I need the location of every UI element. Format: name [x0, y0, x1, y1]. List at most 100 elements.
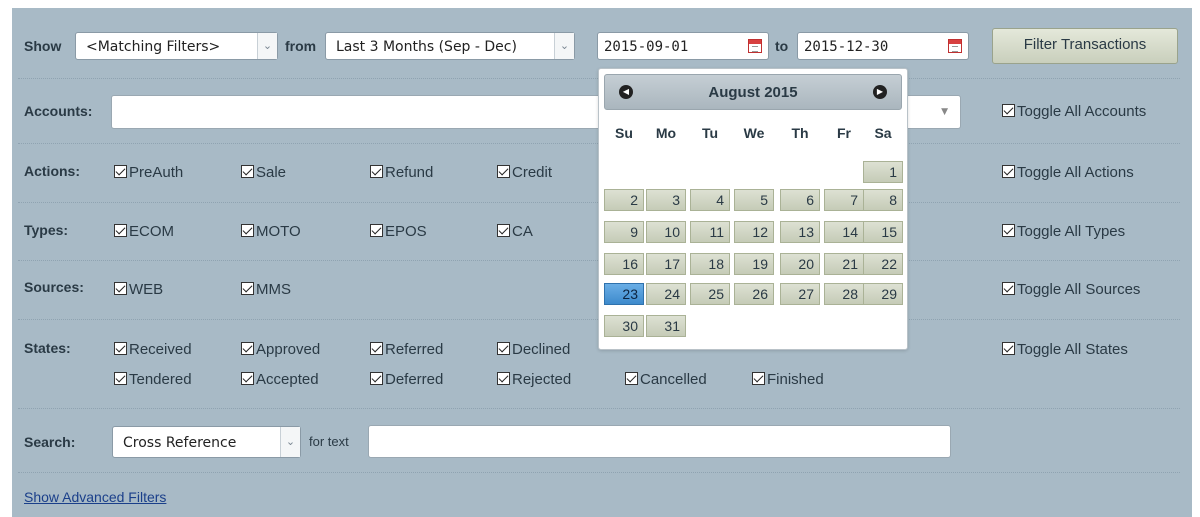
calendar-day[interactable]: 6 — [780, 189, 820, 211]
source-checkbox[interactable]: MMS — [241, 281, 291, 298]
calendar-day[interactable]: 1 — [863, 161, 903, 183]
checkbox-checked-icon[interactable] — [370, 224, 383, 237]
type-checkbox[interactable]: CA — [497, 223, 533, 240]
state-checkbox[interactable]: Rejected — [497, 371, 571, 388]
checkbox-checked-icon[interactable] — [1002, 224, 1015, 237]
calendar-day[interactable]: 19 — [734, 253, 774, 275]
checkbox-checked-icon[interactable] — [114, 342, 127, 355]
calendar-day[interactable]: 18 — [690, 253, 730, 275]
calendar-day[interactable]: 4 — [690, 189, 730, 211]
calendar-day[interactable]: 11 — [690, 221, 730, 243]
calendar-day[interactable]: 21 — [824, 253, 864, 275]
calendar-day[interactable]: 15 — [863, 221, 903, 243]
date-to-input[interactable]: 2015-12-30 — [797, 32, 969, 60]
show-select[interactable]: <Matching Filters> ⌄ — [75, 32, 278, 60]
checkbox-checked-icon[interactable] — [1002, 282, 1015, 295]
toggle-all-sources-checkbox[interactable]: Toggle All Sources — [1002, 281, 1140, 298]
checkbox-checked-icon[interactable] — [497, 342, 510, 355]
state-checkbox[interactable]: Finished — [752, 371, 824, 388]
checkbox-checked-icon[interactable] — [1002, 104, 1015, 117]
checkbox-checked-icon[interactable] — [241, 282, 254, 295]
checkbox-checked-icon[interactable] — [114, 372, 127, 385]
checkbox-checked-icon[interactable] — [497, 224, 510, 237]
type-checkbox[interactable]: ECOM — [114, 223, 174, 240]
action-checkbox[interactable]: Sale — [241, 164, 286, 181]
calendar-day[interactable]: 17 — [646, 253, 686, 275]
calendar-day[interactable]: 3 — [646, 189, 686, 211]
calendar-day[interactable]: 31 — [646, 315, 686, 337]
next-month-icon[interactable]: ▶ — [873, 85, 887, 99]
checkbox-checked-icon[interactable] — [114, 282, 127, 295]
source-checkbox[interactable]: WEB — [114, 281, 163, 298]
weekday-header: Tu — [701, 125, 719, 141]
action-checkbox[interactable]: Refund — [370, 164, 433, 181]
action-checkbox[interactable]: Credit — [497, 164, 552, 181]
calendar-day[interactable]: 13 — [780, 221, 820, 243]
show-advanced-filters-link[interactable]: Show Advanced Filters — [24, 489, 166, 505]
calendar-day[interactable]: 28 — [824, 283, 864, 305]
calendar-day[interactable]: 26 — [734, 283, 774, 305]
toggle-all-actions-checkbox[interactable]: Toggle All Actions — [1002, 164, 1134, 181]
state-checkbox[interactable]: Referred — [370, 341, 443, 358]
checkbox-checked-icon[interactable] — [241, 165, 254, 178]
type-checkbox[interactable]: EPOS — [370, 223, 427, 240]
state-checkbox[interactable]: Tendered — [114, 371, 192, 388]
checkbox-checked-icon[interactable] — [370, 372, 383, 385]
calendar-day[interactable]: 30 — [604, 315, 644, 337]
calendar-day[interactable]: 20 — [780, 253, 820, 275]
weekday-header: Fr — [837, 125, 851, 141]
filter-transactions-button[interactable]: Filter Transactions — [992, 28, 1178, 64]
checkbox-checked-icon[interactable] — [1002, 165, 1015, 178]
weekday-header: Mo — [655, 125, 677, 141]
action-checkbox[interactable]: PreAuth — [114, 164, 183, 181]
dropdown-arrow-icon[interactable]: ▼ — [941, 107, 948, 117]
calendar-day[interactable]: 25 — [690, 283, 730, 305]
checkbox-checked-icon[interactable] — [497, 165, 510, 178]
checkbox-label: Received — [129, 341, 192, 358]
state-checkbox[interactable]: Accepted — [241, 371, 319, 388]
checkbox-checked-icon[interactable] — [114, 165, 127, 178]
toggle-all-accounts-checkbox[interactable]: Toggle All Accounts — [1002, 103, 1146, 120]
calendar-day[interactable]: 24 — [646, 283, 686, 305]
chevron-down-icon[interactable]: ⌄ — [280, 427, 300, 457]
calendar-icon[interactable] — [948, 39, 962, 53]
state-checkbox[interactable]: Approved — [241, 341, 320, 358]
calendar-day[interactable]: 7 — [824, 189, 864, 211]
checkbox-checked-icon[interactable] — [497, 372, 510, 385]
state-checkbox[interactable]: Deferred — [370, 371, 443, 388]
date-from-input[interactable]: 2015-09-01 — [597, 32, 769, 60]
calendar-day[interactable]: 29 — [863, 283, 903, 305]
calendar-day[interactable]: 9 — [604, 221, 644, 243]
calendar-icon[interactable] — [748, 39, 762, 53]
checkbox-checked-icon[interactable] — [1002, 342, 1015, 355]
calendar-day[interactable]: 2 — [604, 189, 644, 211]
calendar-day[interactable]: 10 — [646, 221, 686, 243]
checkbox-checked-icon[interactable] — [241, 342, 254, 355]
checkbox-checked-icon[interactable] — [752, 372, 765, 385]
calendar-day[interactable]: 5 — [734, 189, 774, 211]
chevron-down-icon[interactable]: ⌄ — [554, 33, 574, 59]
toggle-all-states-checkbox[interactable]: Toggle All States — [1002, 341, 1128, 358]
checkbox-checked-icon[interactable] — [625, 372, 638, 385]
state-checkbox[interactable]: Cancelled — [625, 371, 707, 388]
type-checkbox[interactable]: MOTO — [241, 223, 301, 240]
checkbox-checked-icon[interactable] — [370, 342, 383, 355]
checkbox-checked-icon[interactable] — [370, 165, 383, 178]
calendar-day[interactable]: 16 — [604, 253, 644, 275]
checkbox-checked-icon[interactable] — [241, 372, 254, 385]
toggle-all-types-checkbox[interactable]: Toggle All Types — [1002, 223, 1125, 240]
chevron-down-icon[interactable]: ⌄ — [257, 33, 277, 59]
state-checkbox[interactable]: Received — [114, 341, 192, 358]
search-field-select[interactable]: Cross Reference ⌄ — [112, 426, 301, 458]
search-text-input[interactable] — [368, 425, 951, 458]
calendar-day[interactable]: 23 — [604, 283, 644, 305]
calendar-day[interactable]: 27 — [780, 283, 820, 305]
calendar-day[interactable]: 14 — [824, 221, 864, 243]
checkbox-checked-icon[interactable] — [114, 224, 127, 237]
calendar-day[interactable]: 8 — [863, 189, 903, 211]
calendar-day[interactable]: 22 — [863, 253, 903, 275]
range-select[interactable]: Last 3 Months (Sep - Dec) ⌄ — [325, 32, 575, 60]
checkbox-checked-icon[interactable] — [241, 224, 254, 237]
calendar-day[interactable]: 12 — [734, 221, 774, 243]
state-checkbox[interactable]: Declined — [497, 341, 570, 358]
